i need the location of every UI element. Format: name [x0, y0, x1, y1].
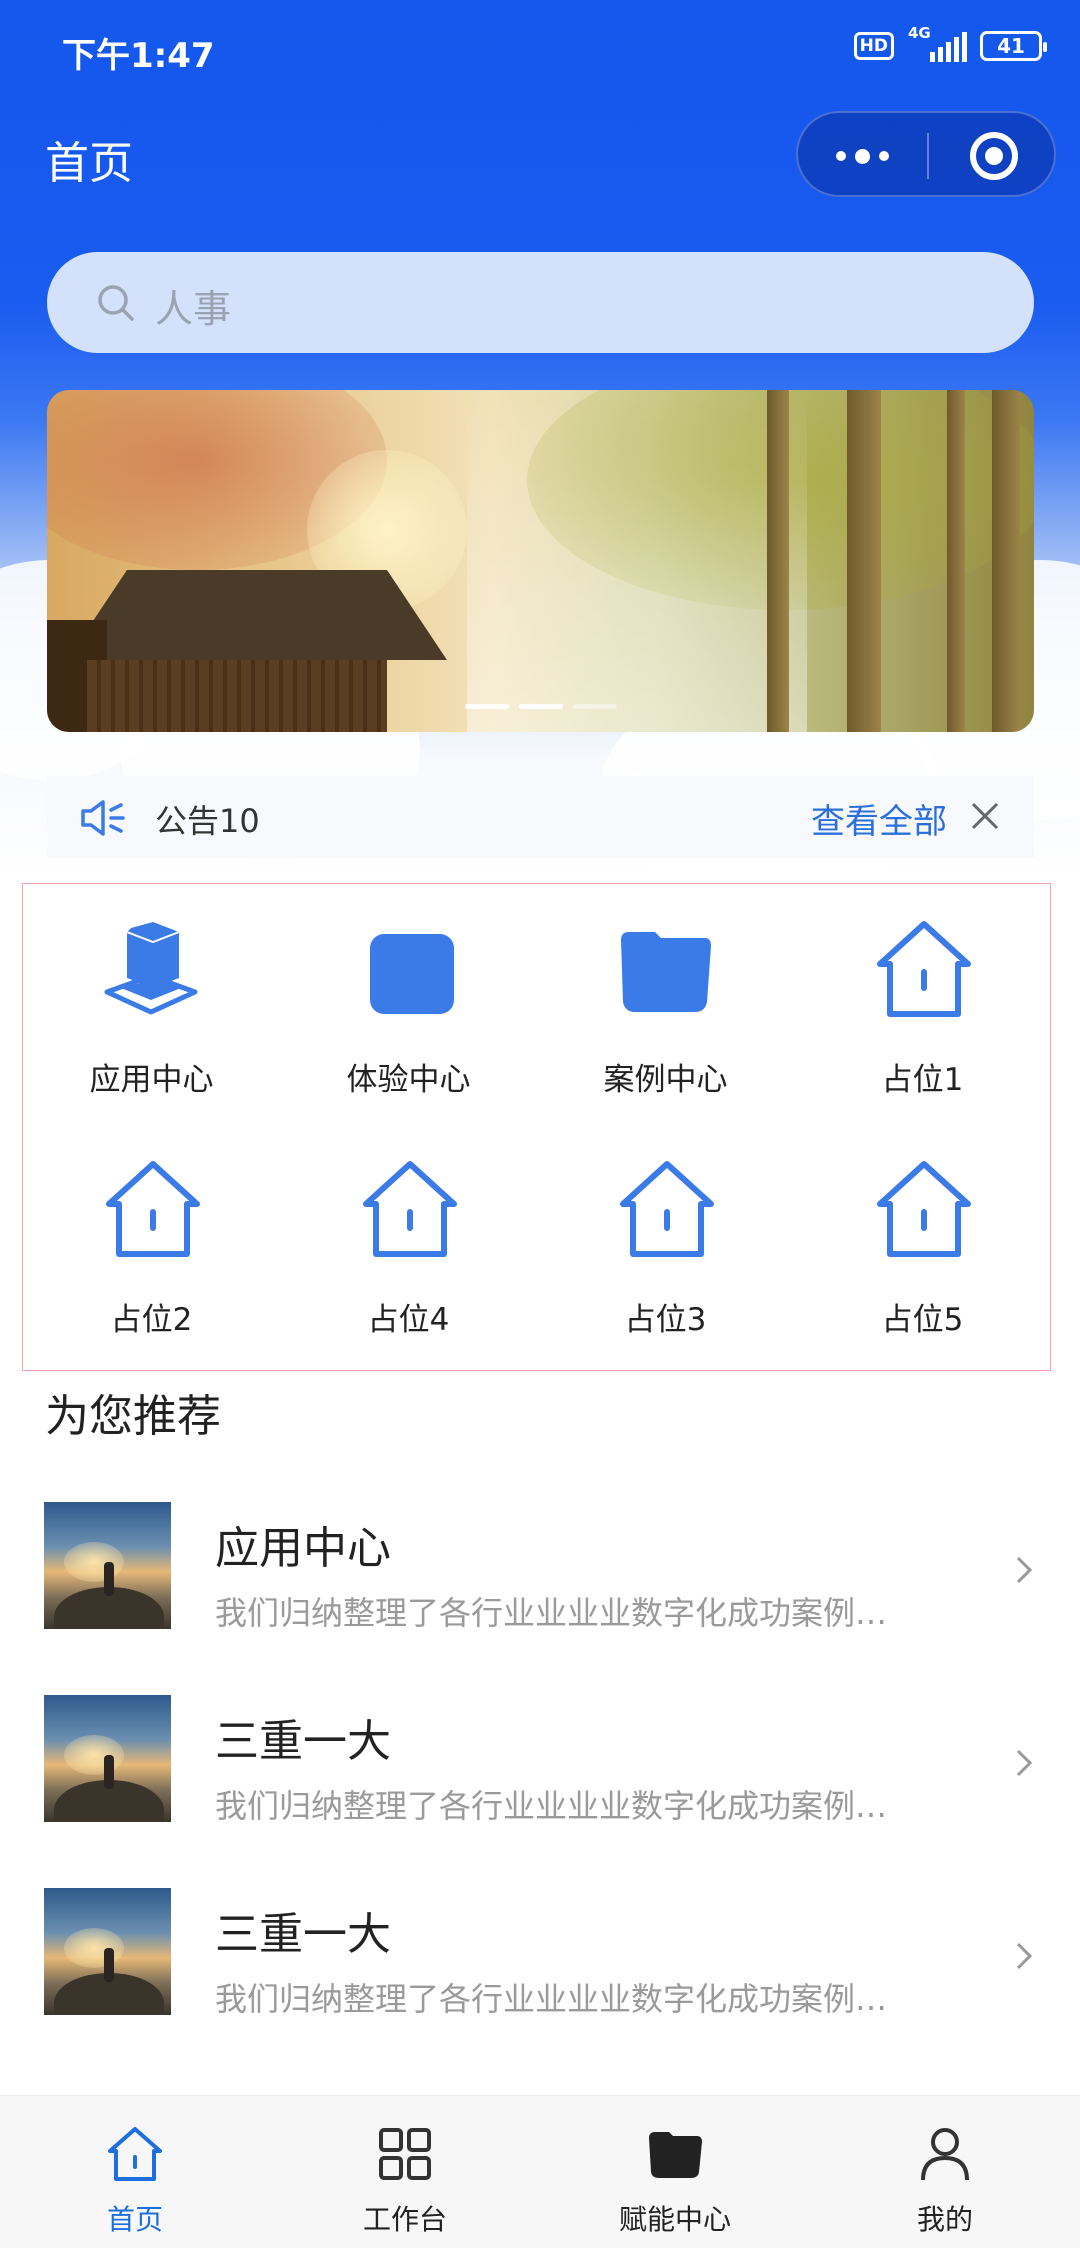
banner-tree	[992, 390, 1020, 732]
target-close-icon	[969, 132, 1018, 180]
list-item-description: 我们归纳整理了各行业业业业数字化成功案例…	[215, 1980, 888, 2018]
home-icon	[363, 1161, 457, 1257]
network-label: 4G	[908, 24, 931, 42]
experience-icon	[370, 934, 454, 1014]
battery-icon: 41	[980, 31, 1047, 61]
grid-item-app-center[interactable]: 应用中心	[23, 884, 280, 1124]
status-time: 下午1:47	[62, 36, 215, 76]
tab-workbench[interactable]: 工作台	[270, 2096, 540, 2248]
banner-house-roof	[67, 570, 447, 660]
tab-label: 我的	[916, 2203, 973, 2236]
grid-icon	[379, 2128, 431, 2180]
carousel-dot	[573, 704, 617, 709]
more-dots-icon	[836, 148, 889, 164]
grid-item-placeholder-3[interactable]: 占位3	[537, 1124, 794, 1364]
grid-item-placeholder-1[interactable]: 占位1	[794, 884, 1051, 1124]
grid-item-label: 占位2	[110, 1302, 193, 1338]
banner-tree	[767, 390, 789, 732]
home-icon	[877, 921, 971, 1017]
speaker-icon	[81, 800, 125, 836]
chevron-right-icon	[1016, 1942, 1033, 1970]
banner-tree	[847, 390, 881, 732]
banner-carousel[interactable]	[47, 390, 1034, 732]
user-icon	[921, 2128, 969, 2181]
battery-level: 41	[997, 34, 1025, 58]
grid-item-placeholder-4[interactable]: 占位4	[280, 1124, 537, 1364]
grid-item-label: 占位1	[881, 1062, 964, 1098]
notice-bar: 公告10 查看全部	[47, 776, 1034, 858]
case-icon	[621, 932, 711, 1012]
close-icon[interactable]	[969, 800, 1001, 832]
list-item-description: 我们归纳整理了各行业业业业数字化成功案例…	[215, 1787, 888, 1825]
grid-item-placeholder-5[interactable]: 占位5	[794, 1124, 1051, 1364]
more-button[interactable]	[798, 113, 927, 199]
home-icon	[108, 2127, 162, 2181]
view-all-link[interactable]: 查看全部	[811, 794, 947, 843]
home-icon	[877, 1161, 971, 1257]
tab-mine[interactable]: 我的	[810, 2096, 1080, 2248]
list-item-title: 应用中心	[215, 1523, 391, 1574]
grid-item-case-center[interactable]: 案例中心	[537, 884, 794, 1124]
carousel-dot	[519, 704, 563, 709]
banner-fog	[467, 390, 807, 732]
thumbnail-image	[44, 1502, 171, 1629]
thumbnail-image	[44, 1695, 171, 1822]
search-placeholder: 人事	[155, 287, 232, 331]
thumbnail-image	[44, 1888, 171, 2015]
banner-tree	[947, 390, 965, 732]
notice-text[interactable]: 公告10	[155, 796, 260, 842]
search-bar[interactable]: 人事	[47, 252, 1034, 353]
list-item-title: 三重一大	[215, 1909, 391, 1960]
tab-label: 赋能中心	[618, 2203, 731, 2236]
status-bar: 下午1:47 HD 4G 41	[0, 0, 1080, 95]
grid-item-label: 占位5	[881, 1302, 964, 1338]
list-item-description: 我们归纳整理了各行业业业业数字化成功案例…	[215, 1594, 888, 1632]
grid-item-label: 应用中心	[89, 1062, 214, 1098]
home-icon	[620, 1161, 714, 1257]
list-item-title: 三重一大	[215, 1716, 391, 1767]
grid-item-label: 占位3	[624, 1302, 707, 1338]
banner-house	[87, 660, 387, 732]
carousel-indicator	[465, 704, 617, 709]
list-item[interactable]: 应用中心 我们归纳整理了各行业业业业数字化成功案例…	[0, 1502, 1080, 1652]
tab-label: 首页	[106, 2203, 163, 2236]
list-item[interactable]: 三重一大 我们归纳整理了各行业业业业数字化成功案例…	[0, 1888, 1080, 2038]
function-grid: 应用中心 体验中心 案例中心 占位1 占位2 占位4 占位3 占位5	[22, 883, 1051, 1371]
tab-home[interactable]: 首页	[0, 2096, 270, 2248]
home-icon	[106, 1161, 200, 1257]
grid-item-label: 体验中心	[346, 1062, 471, 1098]
signal-icon: 4G	[908, 24, 967, 62]
status-icons: HD 4G 41	[853, 24, 1047, 62]
tab-label: 工作台	[362, 2203, 447, 2236]
mini-program-capsule	[796, 111, 1056, 197]
chevron-right-icon	[1016, 1556, 1033, 1584]
grid-item-label: 占位4	[367, 1302, 450, 1338]
app-center-icon	[104, 922, 198, 1015]
search-icon	[98, 285, 134, 321]
bottom-tab-bar: 首页 工作台 赋能中心 我的	[0, 2095, 1080, 2248]
folder-icon	[649, 2132, 702, 2178]
list-item[interactable]: 三重一大 我们归纳整理了各行业业业业数字化成功案例…	[0, 1695, 1080, 1845]
nav-bar: 首页	[0, 95, 1080, 215]
section-title: 为您推荐	[45, 1391, 221, 1442]
grid-item-label: 案例中心	[603, 1062, 728, 1098]
close-mini-program-button[interactable]	[929, 113, 1058, 199]
grid-item-experience-center[interactable]: 体验中心	[280, 884, 537, 1124]
grid-item-placeholder-2[interactable]: 占位2	[23, 1124, 280, 1364]
chevron-right-icon	[1016, 1749, 1033, 1777]
carousel-dot	[465, 704, 509, 709]
hd-badge: HD	[853, 32, 894, 60]
page-title: 首页	[45, 138, 133, 189]
tab-enablement-center[interactable]: 赋能中心	[540, 2096, 810, 2248]
